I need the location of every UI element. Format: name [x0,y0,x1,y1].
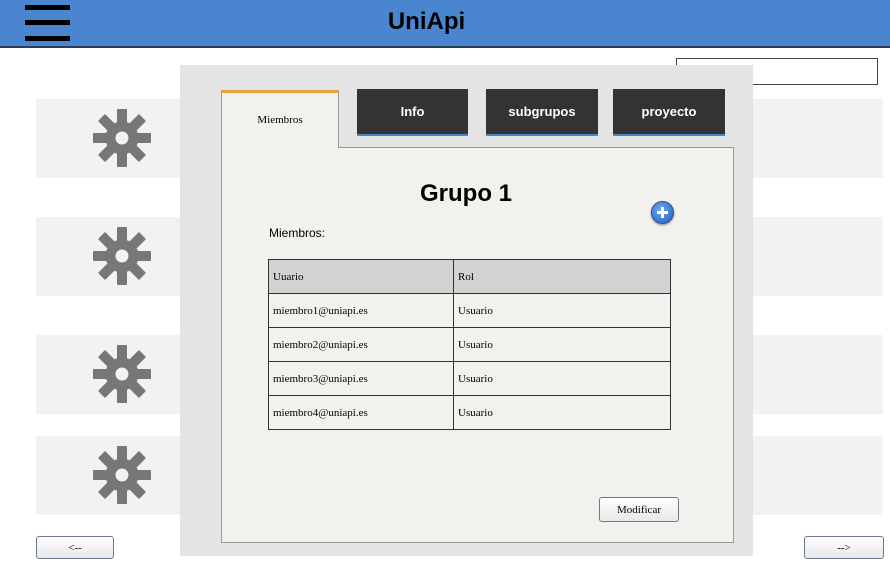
column-header-role: Rol [453,259,671,294]
prev-page-button[interactable]: <-- [36,536,114,559]
gear-icon[interactable] [92,445,152,505]
app-title: UniApi [387,8,466,35]
member-role: Usuario [453,361,671,396]
table-row[interactable]: miembro1@uniapi.es Usuario [268,293,671,328]
table-header-row: Uuario Rol [268,259,671,294]
gear-icon[interactable] [92,344,152,404]
column-header-user: Uuario [268,259,454,294]
members-table: Uuario Rol miembro1@uniapi.es Usuario mi… [268,259,671,430]
members-label: Miembros: [269,226,326,240]
group-title: Grupo 1 [419,180,512,207]
gear-icon[interactable] [92,108,152,168]
tab-subgrupos[interactable]: subgrupos [486,89,598,136]
table-row[interactable]: miembro2@uniapi.es Usuario [268,327,671,362]
tab-proyecto[interactable]: proyecto [613,89,725,136]
member-email: miembro1@uniapi.es [268,293,454,328]
table-row[interactable]: miembro3@uniapi.es Usuario [268,361,671,396]
tab-miembros[interactable]: Miembros [221,90,339,148]
member-role: Usuario [453,327,671,362]
top-bar: UniApi [0,0,890,48]
modify-button[interactable]: Modificar [599,497,679,522]
tab-info[interactable]: Info [357,89,468,136]
member-role: Usuario [453,395,671,430]
plus-circle-icon[interactable] [651,201,674,224]
next-page-button[interactable]: --> [804,536,884,559]
member-email: miembro2@uniapi.es [268,327,454,362]
member-email: miembro3@uniapi.es [268,361,454,396]
gear-icon[interactable] [92,226,152,286]
member-role: Usuario [453,293,671,328]
table-row[interactable]: miembro4@uniapi.es Usuario [268,395,671,430]
member-email: miembro4@uniapi.es [268,395,454,430]
